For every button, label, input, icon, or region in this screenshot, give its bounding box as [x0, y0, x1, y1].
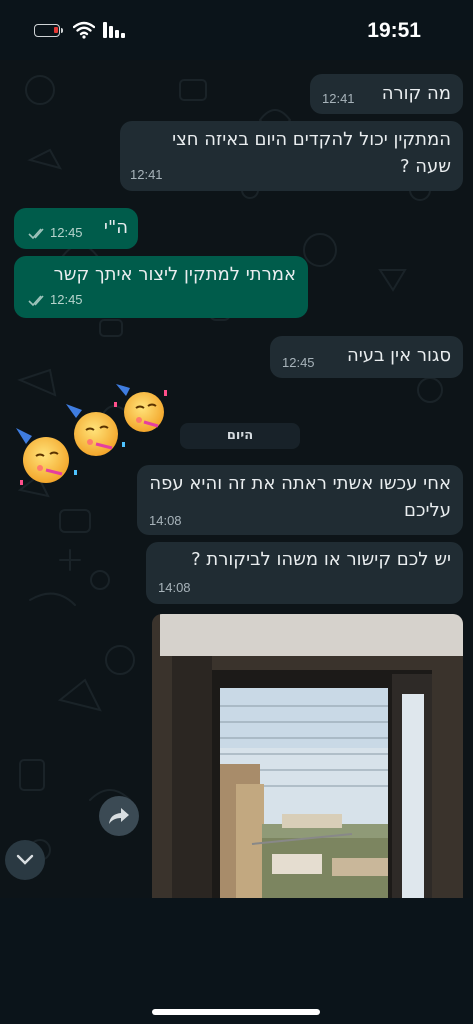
chat-area[interactable]: מה קורה 12:41 המתקין יכול להקדים היום בא… [0, 60, 473, 898]
partying-face-emoji [116, 384, 164, 432]
message-time: 12:45 [282, 355, 315, 370]
photo-message[interactable] [152, 614, 463, 898]
message-bubble-outgoing[interactable]: ה"י 12:45 [14, 208, 138, 249]
message-bubble-incoming[interactable]: יש לכם קישור או משהו לביקורת ? 14:08 [146, 542, 463, 604]
message-time: 12:45 [50, 292, 83, 307]
partying-face-emoji [16, 428, 69, 483]
message-text: יש לכם קישור או משהו לביקורת ? [191, 549, 451, 570]
forward-button[interactable] [99, 796, 139, 836]
home-indicator[interactable] [152, 1009, 320, 1015]
chevron-down-icon [16, 854, 34, 865]
message-bubble-incoming[interactable]: אחי עכשו אשתי ראתה את זה והיא עפה עליכם … [137, 465, 463, 535]
scroll-down-button[interactable] [5, 840, 45, 880]
bottom-bar [0, 898, 473, 1024]
message-bubble-incoming[interactable]: המתקין יכול להקדים היום באיזה חצי שעה ? … [120, 121, 463, 191]
message-text: אחי עכשו אשתי ראתה את זה והיא עפה עליכם [149, 473, 451, 521]
read-receipt-icon [28, 228, 44, 240]
message-time: 12:41 [322, 91, 355, 106]
message-text: מה קורה [381, 83, 451, 104]
message-text: אמרתי למתקין ליצור איתך קשר [53, 264, 296, 285]
forward-icon [109, 808, 129, 824]
message-time: 14:08 [149, 513, 182, 528]
message-text: המתקין יכול להקדים היום באיזה חצי שעה ? [172, 129, 451, 177]
read-receipt-icon [28, 295, 44, 307]
message-bubble-incoming[interactable]: מה קורה 12:41 [310, 74, 463, 114]
message-bubble-outgoing[interactable]: אמרתי למתקין ליצור איתך קשר 12:45 [14, 256, 308, 318]
wifi-icon [73, 21, 95, 39]
message-text: סגור אין בעיה [346, 345, 451, 366]
partying-face-emoji [66, 404, 118, 456]
window-view-photo [152, 614, 463, 898]
message-bubble-incoming[interactable]: סגור אין בעיה 12:45 [270, 336, 463, 378]
signal-icon [103, 22, 125, 38]
message-time: 12:41 [130, 167, 163, 182]
message-text: ה"י [103, 217, 128, 238]
date-separator: היום [180, 423, 300, 449]
status-bar: 19:51 [0, 0, 473, 60]
status-time: 19:51 [367, 19, 421, 42]
message-time: 12:45 [50, 225, 83, 240]
battery-low-icon [34, 24, 63, 37]
message-time: 14:08 [158, 580, 191, 595]
